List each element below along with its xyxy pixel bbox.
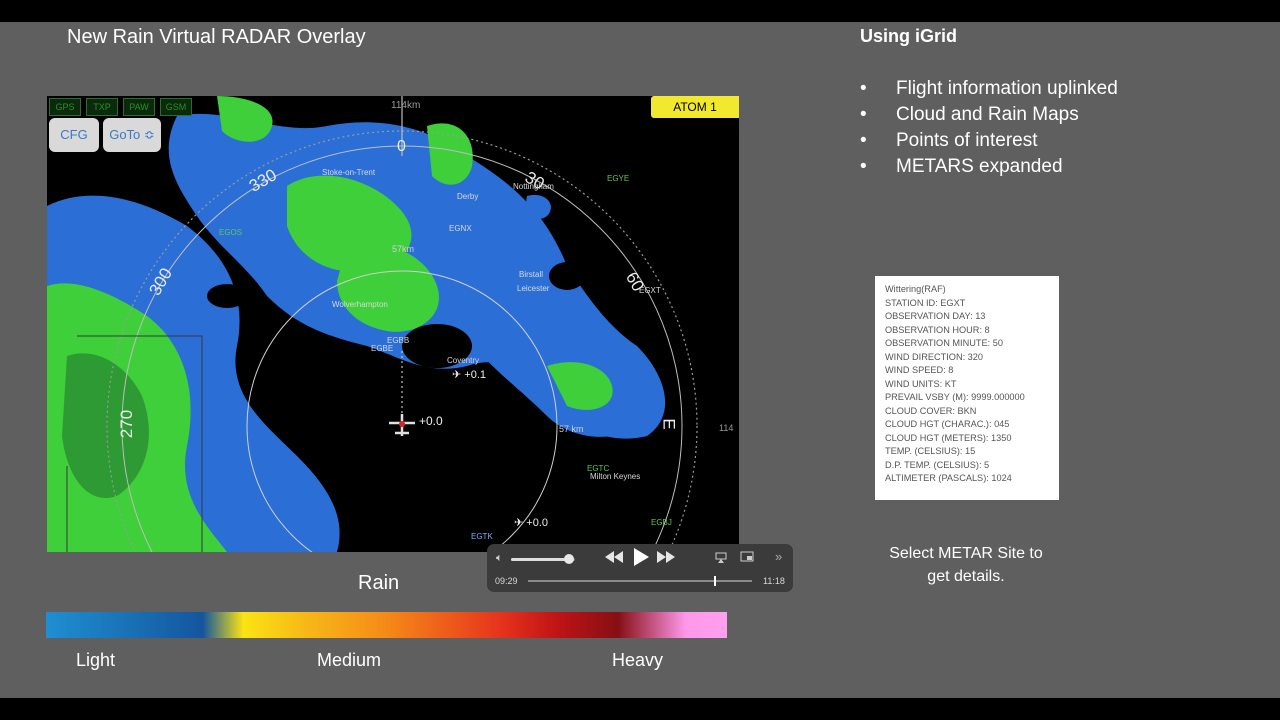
airport-label[interactable]: EGOS: [219, 228, 242, 237]
note-line: get details.: [927, 568, 1005, 585]
traffic-altitude: +0.1: [464, 369, 486, 381]
volume-slider[interactable]: [511, 554, 575, 564]
feature-label: Flight information uplinked: [896, 78, 1118, 99]
feature-label: Points of interest: [896, 130, 1038, 151]
feature-item: • Points of interest: [860, 128, 1118, 154]
metar-line: CLOUD HGT (METERS): 1350: [885, 432, 1012, 443]
ownship-icon: [389, 351, 415, 436]
volume-fill: [511, 558, 569, 561]
metar-line: CLOUD HGT (CHARAC.): 045: [885, 419, 1010, 429]
rewind-icon[interactable]: [605, 551, 623, 563]
playhead[interactable]: [713, 576, 716, 586]
feature-list: • Flight information uplinked • Cloud and …: [860, 76, 1118, 180]
metar-line: CLOUD COVER: BKN: [885, 405, 977, 416]
airport-label[interactable]: EGBJ: [651, 518, 672, 527]
play-icon[interactable]: [632, 547, 650, 567]
gps-status-button[interactable]: GPS: [49, 98, 81, 116]
place-label: Milton Keynes: [590, 472, 641, 481]
aircraft-icon: ✈: [452, 369, 462, 381]
volume-knob[interactable]: [563, 554, 574, 564]
feature-item: • Flight information uplinked: [860, 76, 1118, 102]
bullet-dot: •: [860, 78, 867, 99]
cfg-button[interactable]: CFG: [49, 118, 99, 152]
ring-label: 57 km: [559, 424, 584, 434]
metar-line: Wittering(RAF): [885, 284, 946, 294]
ownship-altitude: +0.0: [419, 414, 443, 428]
metar-line: PREVAIL VSBY (M): 9999.000000: [885, 392, 1025, 402]
legend-light-label: Light: [76, 650, 116, 670]
bullet-dot: •: [860, 104, 867, 125]
airport-label[interactable]: EGTK: [471, 532, 493, 541]
metar-line: TEMP. (CELSIUS): 15: [885, 446, 976, 456]
place-label: Leicester: [517, 284, 550, 293]
remaining-time: 11:18: [763, 576, 785, 586]
metar-line: WIND DIRECTION: 320: [885, 351, 984, 362]
bullet-dot: •: [860, 156, 867, 177]
airplay-icon[interactable]: [715, 552, 727, 563]
metar-details-panel: Wittering(RAF) STATION ID: EGXT OBSERVAT…: [875, 276, 1059, 500]
chevron-right-icon[interactable]: »: [775, 549, 782, 564]
metar-line: OBSERVATION HOUR: 8: [885, 324, 990, 335]
metar-line: WIND UNITS: KT: [885, 378, 957, 389]
place-label: Birstall: [519, 270, 544, 279]
traffic-altitude: +0.0: [526, 517, 548, 529]
traffic-target[interactable]: ✈ +0.1: [452, 368, 486, 381]
feature-item: • METARS expanded: [860, 154, 1118, 180]
select-metar-note: Select METAR Site to get details.: [866, 542, 1066, 588]
radar-map[interactable]: GPS TXP PAW GSM CFG GoTo ≎ ATOM 1 114km …: [47, 96, 739, 552]
feature-label: Cloud and Rain Maps: [896, 104, 1079, 125]
slide: New Rain Virtual RADAR Overlay Using iGr…: [0, 22, 1280, 698]
place-label: Stoke-on-Trent: [322, 168, 376, 177]
airport-label[interactable]: EGXT: [639, 286, 661, 295]
airport-label[interactable]: EGYE: [607, 174, 629, 183]
rain-intensity-scale: [46, 612, 727, 638]
metar-line: OBSERVATION DAY: 13: [885, 311, 986, 321]
metar-line: STATION ID: EGXT: [885, 297, 966, 308]
legend-title: Rain: [358, 572, 400, 594]
traffic-target[interactable]: ✈ +0.0: [514, 516, 548, 529]
paw-status-button[interactable]: PAW: [123, 98, 155, 116]
legend-medium-label: Medium: [317, 650, 382, 670]
txp-status-button[interactable]: TXP: [86, 98, 118, 116]
feature-item: • Cloud and Rain Maps: [860, 102, 1118, 128]
ring-label: 57km: [392, 244, 415, 254]
place-label: Derby: [457, 192, 479, 201]
slide-title: New Rain Virtual RADAR Overlay: [67, 26, 366, 48]
range-label: 114km: [391, 100, 421, 111]
note-line: Select METAR Site to: [889, 545, 1043, 562]
speaker-icon[interactable]: 🔈︎: [496, 552, 503, 565]
airport-label[interactable]: EGBB: [387, 336, 409, 345]
metar-line: WIND SPEED: 8: [885, 365, 954, 375]
place-label: Wolverhampton: [332, 300, 388, 309]
place-label: Coventry: [447, 356, 480, 365]
aircraft-icon: ✈: [514, 517, 524, 529]
radar-canvas: [47, 96, 698, 552]
progress-scrubber[interactable]: [528, 576, 752, 586]
compass-label: 270: [117, 409, 137, 439]
bullet-dot: •: [860, 130, 867, 151]
video-player-controls: 🔈︎ » 09:29 11:18: [487, 544, 793, 592]
atom-device-badge[interactable]: ATOM 1: [651, 96, 739, 118]
goto-button[interactable]: GoTo ≎: [103, 118, 161, 152]
compass-label: E: [659, 418, 679, 430]
metar-line: OBSERVATION MINUTE: 50: [885, 338, 1003, 348]
feature-label: METARS expanded: [896, 156, 1063, 177]
picture-in-picture-icon[interactable]: [740, 551, 754, 563]
legend-heavy-label: Heavy: [612, 650, 664, 670]
fast-forward-icon[interactable]: [657, 551, 675, 563]
range-label: 114: [719, 423, 734, 433]
metar-line: D.P. TEMP. (CELSIUS): 5: [885, 459, 990, 470]
airport-label[interactable]: EGBE: [371, 344, 393, 353]
airport-label[interactable]: EGTC: [587, 464, 609, 473]
gsm-status-button[interactable]: GSM: [160, 98, 192, 116]
airport-label[interactable]: EGNX: [449, 224, 472, 233]
place-label: Nottingham: [513, 182, 554, 191]
compass-label: 0: [397, 138, 406, 155]
elapsed-time: 09:29: [495, 576, 518, 586]
right-title: Using iGrid: [860, 26, 958, 46]
rain-overlay: [47, 96, 666, 552]
metar-line: ALTIMETER (PASCALS): 1024: [885, 473, 1012, 483]
